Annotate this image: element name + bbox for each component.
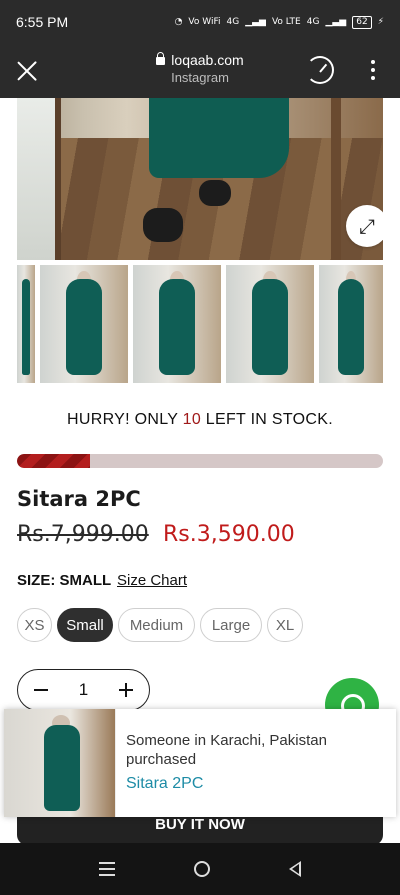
- home-icon[interactable]: [193, 861, 210, 877]
- url-domain: loqaab.com: [171, 52, 244, 68]
- thumbnail-strip: [17, 265, 400, 383]
- network-4g-label: 4G: [226, 17, 240, 27]
- purchase-notification[interactable]: Someone in Karachi, Pakistan purchased S…: [4, 709, 396, 817]
- notification-product-image: [4, 709, 116, 817]
- size-option-xs[interactable]: XS: [17, 608, 52, 642]
- url-line: loqaab.com: [100, 52, 300, 68]
- signal-icon-2: ▁▃▅: [325, 17, 347, 27]
- battery-icon: 62: [352, 15, 372, 29]
- original-price: Rs.7,999.00: [17, 522, 149, 547]
- thumbnail[interactable]: [319, 265, 383, 383]
- status-icons: ◔ Vo WiFi 4G ▁▃▅ Vo LTE 4G ▁▃▅ 62 ⚡: [174, 15, 384, 29]
- notification-text: Someone in Karachi, Pakistan purchased S…: [116, 709, 386, 817]
- sale-price: Rs.3,590.00: [163, 522, 295, 547]
- size-option-large[interactable]: Large: [200, 608, 262, 642]
- quantity-value[interactable]: 1: [79, 680, 88, 700]
- stock-suffix: LEFT IN STOCK.: [201, 411, 333, 428]
- quantity-stepper: 1: [17, 669, 150, 711]
- url-source: Instagram: [171, 70, 229, 85]
- speedometer-icon[interactable]: [306, 56, 334, 84]
- product-page: ⤢ HURRY! ONLY 10 LEFT IN STOCK. Sitara 2…: [0, 98, 400, 843]
- status-bar: 6:55 PM ◔ Vo WiFi 4G ▁▃▅ Vo LTE 4G ▁▃▅ 6…: [0, 0, 400, 44]
- charging-icon: ⚡: [377, 17, 384, 27]
- more-options-icon[interactable]: [366, 60, 380, 82]
- size-options: XS Small Medium Large XL: [17, 608, 303, 642]
- stock-count: 10: [182, 411, 202, 428]
- url-display[interactable]: loqaab.com Instagram: [100, 52, 300, 85]
- expand-icon[interactable]: ⤢: [346, 205, 383, 247]
- system-navigation-bar: [0, 843, 400, 895]
- volte-wifi-label: Vo WiFi: [188, 17, 221, 27]
- back-icon[interactable]: [288, 861, 301, 877]
- size-label: SIZE: SMALL: [17, 572, 112, 589]
- recents-icon[interactable]: [99, 862, 116, 876]
- volte-lte-label: Vo LTE: [271, 17, 301, 27]
- stock-message: HURRY! ONLY 10 LEFT IN STOCK.: [0, 411, 400, 429]
- thumbnail[interactable]: [17, 265, 35, 383]
- product-main-image[interactable]: ⤢: [17, 98, 383, 260]
- stock-progress-fill: [17, 454, 91, 468]
- size-option-small[interactable]: Small: [57, 608, 113, 642]
- size-option-xl[interactable]: XL: [267, 608, 303, 642]
- thumbnail[interactable]: [40, 265, 128, 383]
- plus-icon[interactable]: [119, 683, 133, 697]
- size-chart-link[interactable]: Size Chart: [117, 572, 187, 589]
- network-4g-label-2: 4G: [306, 17, 320, 27]
- minus-icon[interactable]: [34, 688, 48, 692]
- thumbnail[interactable]: [226, 265, 314, 383]
- stock-prefix: HURRY! ONLY: [67, 411, 183, 428]
- signal-icon: ▁▃▅: [245, 17, 266, 27]
- status-time: 6:55 PM: [16, 14, 69, 30]
- notification-product-link[interactable]: Sitara 2PC: [126, 775, 386, 793]
- notification-message: Someone in Karachi, Pakistan purchased: [126, 732, 327, 768]
- browser-toolbar: loqaab.com Instagram: [0, 44, 400, 98]
- thumbnail[interactable]: [133, 265, 221, 383]
- product-title: Sitara 2PC: [17, 487, 141, 511]
- wifi-icon: ◔: [174, 17, 183, 27]
- stock-progress-bar: [17, 454, 383, 468]
- close-icon[interactable]: [14, 58, 40, 84]
- size-option-medium[interactable]: Medium: [118, 608, 195, 642]
- lock-icon: [156, 52, 166, 65]
